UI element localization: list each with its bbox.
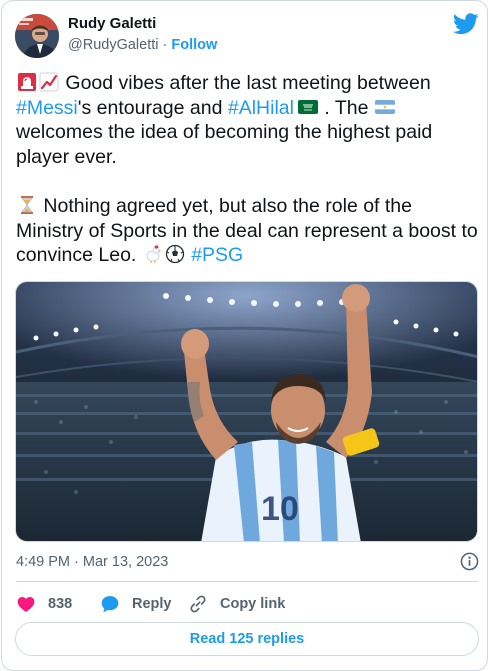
- svg-text:10: 10: [261, 490, 299, 528]
- hashtag-alhilal-link[interactable]: #AlHilal: [228, 97, 294, 119]
- tweet-actions: 838 Reply Copy link: [16, 591, 476, 617]
- info-icon[interactable]: [460, 552, 479, 571]
- saudi-arabia-flag-emoji: [297, 99, 318, 114]
- tweet-card: Rudy Galetti @RudyGaletti · Follow Good …: [1, 0, 488, 671]
- hourglass-emoji: [21, 195, 33, 214]
- tweet-paragraph-1: Good vibes after the last meeting betwee…: [16, 71, 478, 169]
- reply-button[interactable]: Reply: [100, 591, 172, 617]
- rooster-emoji: [146, 244, 161, 264]
- handle-separator: ·: [158, 37, 172, 53]
- divider: [16, 581, 478, 582]
- copy-link-label: Copy link: [220, 596, 286, 612]
- heart-icon: [17, 597, 35, 612]
- argentina-flag-emoji: [374, 99, 395, 114]
- tweet-text-segment: welcomes the idea of becoming the highes…: [16, 121, 433, 168]
- tweet-text-segment: Nothing agreed yet, but also the role of…: [16, 194, 478, 267]
- tweet-paragraph-2: Nothing agreed yet, but also the role of…: [16, 194, 478, 268]
- like-button[interactable]: 838: [16, 591, 72, 617]
- chart-increasing-emoji: [39, 72, 59, 92]
- twitter-bird-icon[interactable]: [453, 13, 479, 35]
- author-name[interactable]: Rudy Galetti: [68, 15, 156, 32]
- siren-emoji: [18, 73, 36, 91]
- reply-label: Reply: [132, 596, 172, 612]
- avatar[interactable]: [15, 14, 59, 58]
- tweet-text-segment: 's entourage and: [77, 96, 228, 119]
- tweet-photo[interactable]: 10: [15, 281, 478, 542]
- follow-button[interactable]: Follow: [171, 37, 217, 53]
- hashtag-messi-link[interactable]: #Messi: [16, 97, 78, 119]
- copy-link-button[interactable]: Copy link: [188, 591, 285, 617]
- tweet-timestamp[interactable]: 4:49 PM · Mar 13, 2023: [16, 554, 168, 570]
- tweet-text-segment: . The: [318, 96, 374, 119]
- read-replies-button[interactable]: Read 125 replies: [15, 622, 479, 656]
- photo-of-player-celebrating: 10: [16, 282, 477, 541]
- soccer-ball-emoji: [165, 245, 184, 264]
- tweet-text-segment: Good vibes after the last meeting betwee…: [60, 72, 431, 94]
- hashtag-psg-link[interactable]: #PSG: [191, 244, 243, 266]
- author-handle-row: @RudyGaletti · Follow: [68, 37, 217, 53]
- author-handle[interactable]: @RudyGaletti: [68, 37, 158, 53]
- like-count: 838: [48, 596, 73, 612]
- tweet-text: Good vibes after the last meeting betwee…: [16, 71, 478, 268]
- link-icon: [190, 595, 206, 613]
- reply-bubble-icon: [101, 596, 119, 613]
